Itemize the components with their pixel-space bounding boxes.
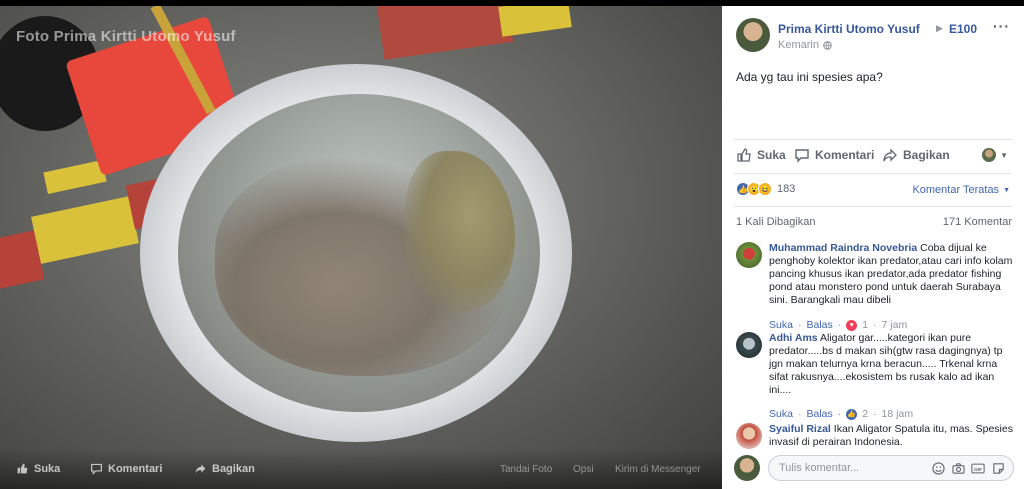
emoji-icon[interactable] — [931, 461, 945, 475]
viewer-avatar — [982, 148, 997, 162]
comment-icon — [91, 463, 102, 475]
comment-icon — [795, 149, 809, 163]
photo-share-button[interactable]: Bagikan — [194, 462, 255, 475]
share-count[interactable]: 1 Kali Dibagikan — [736, 216, 816, 228]
globe-icon — [823, 40, 832, 50]
share-button[interactable]: Bagikan — [882, 147, 950, 163]
post-text: Ada yg tau ini spesies apa? — [736, 70, 883, 84]
commenter-avatar[interactable] — [736, 242, 762, 268]
target-group-link[interactable]: E100 — [949, 22, 977, 36]
reaction-count: 183 — [777, 183, 796, 195]
comment-like-link[interactable]: Suka — [769, 319, 793, 331]
love-reaction-icon: ♥ — [846, 319, 858, 331]
share-icon — [195, 464, 206, 474]
sort-label: Komentar Teratas — [912, 184, 1000, 196]
comment-item: Syaiful Rizal Ikan Aligator Spatula itu,… — [736, 423, 1016, 453]
comment-reaction-count[interactable]: 2 — [862, 408, 868, 420]
thumbs-up-icon — [737, 148, 751, 162]
photo-comment-label: Komentari — [108, 462, 163, 475]
comment-body: Muhammad Raindra Novebria Coba dijual ke… — [769, 242, 1017, 307]
comment-meta: Suka · Balas · 👍 2 · 18 jam — [769, 408, 914, 420]
post-photo[interactable]: Foto Prima Kirtti Utomo Yusuf Suka Komen… — [0, 6, 722, 489]
comment-input-tools: GIF — [931, 461, 1005, 475]
current-user-avatar — [734, 455, 760, 481]
photo-comment-button[interactable]: Komentari — [90, 462, 162, 475]
photo-watermark: Foto Prima Kirtti Utomo Yusuf — [16, 28, 236, 45]
author-avatar[interactable] — [736, 18, 770, 52]
comment-meta: Suka · Balas · ♥ 1 · 7 jam — [769, 319, 908, 331]
comment-body: Adhi Ams Aligator gar.....kategori ikan … — [769, 332, 1017, 397]
chevron-down-icon: ▼ — [1000, 150, 1008, 160]
photo-share-label: Bagikan — [212, 462, 255, 475]
divider — [734, 206, 1012, 207]
comment-label: Komentari — [815, 148, 875, 162]
post-as-selector[interactable]: ▼ — [982, 148, 1008, 162]
like-label: Suka — [757, 148, 786, 162]
haha-reaction-icon: 😆 — [758, 182, 772, 196]
commenter-avatar[interactable] — [736, 423, 762, 449]
post-time-label: Kemarin — [778, 39, 819, 51]
comment-reaction-count[interactable]: 1 — [862, 319, 868, 331]
post-header: Prima Kirtti Utomo Yusuf ▶ E100 Kemarin — [736, 18, 1016, 52]
thumbs-up-icon — [17, 463, 28, 474]
comment-like-link[interactable]: Suka — [769, 408, 793, 420]
sticker-icon[interactable] — [991, 461, 1005, 475]
comment-time[interactable]: 18 jam — [882, 408, 914, 420]
comment-time[interactable]: 7 jam — [882, 319, 908, 331]
more-options-icon[interactable]: ··· — [993, 18, 1010, 34]
floor-tile — [376, 6, 514, 60]
commenter-name[interactable]: Syaiful Rizal — [769, 423, 831, 435]
reactions-summary[interactable]: 👍 😮 😆 183 — [736, 182, 795, 196]
divider — [734, 139, 1012, 140]
camera-icon[interactable] — [951, 461, 965, 475]
comment-button[interactable]: Komentari — [794, 147, 874, 163]
options-button[interactable]: Opsi — [573, 464, 594, 475]
svg-text:GIF: GIF — [974, 466, 982, 472]
comment-item: Adhi Ams Aligator gar.....kategori ikan … — [736, 332, 1016, 422]
floor-tile — [43, 160, 107, 194]
arrow-right-icon: ▶ — [936, 23, 943, 33]
floor-tile — [31, 196, 139, 264]
like-button[interactable]: Suka — [736, 147, 786, 163]
post-panel: Prima Kirtti Utomo Yusuf ▶ E100 Kemarin … — [722, 6, 1024, 489]
comment-sort-dropdown[interactable]: Komentar Teratas ▼ — [912, 184, 1010, 196]
share-icon — [883, 148, 897, 162]
commenter-avatar[interactable] — [736, 332, 762, 358]
comment-reply-link[interactable]: Balas — [806, 408, 832, 420]
share-label: Bagikan — [903, 148, 950, 162]
gif-icon[interactable]: GIF — [971, 461, 985, 475]
floor-tile — [498, 6, 572, 37]
comment-placeholder: Tulis komentar... — [779, 462, 860, 474]
photo-like-label: Suka — [34, 462, 61, 475]
send-messenger-button[interactable]: Kirim di Messenger — [615, 464, 701, 475]
commenter-name[interactable]: Adhi Ams — [769, 332, 818, 344]
author-name[interactable]: Prima Kirtti Utomo Yusuf — [778, 22, 920, 36]
commenter-name[interactable]: Muhammad Raindra Novebria — [769, 242, 917, 254]
comment-count[interactable]: 171 Komentar — [943, 216, 1012, 228]
photo-like-button[interactable]: Suka — [16, 462, 60, 475]
like-reaction-icon: 👍 — [846, 408, 858, 420]
caret-down-icon: ▼ — [1003, 186, 1010, 194]
comment-input[interactable]: Tulis komentar... GIF — [768, 455, 1014, 481]
comment-reply-link[interactable]: Balas — [806, 319, 832, 331]
comment-item: Muhammad Raindra Novebria Coba dijual ke… — [736, 242, 1016, 332]
comment-body: Syaiful Rizal Ikan Aligator Spatula itu,… — [769, 423, 1017, 449]
post-timestamp[interactable]: Kemarin — [778, 39, 832, 51]
divider — [734, 173, 1012, 174]
write-comment-box: Tulis komentar... GIF — [734, 453, 1016, 483]
tag-photo-button[interactable]: Tandai Foto — [500, 464, 552, 475]
